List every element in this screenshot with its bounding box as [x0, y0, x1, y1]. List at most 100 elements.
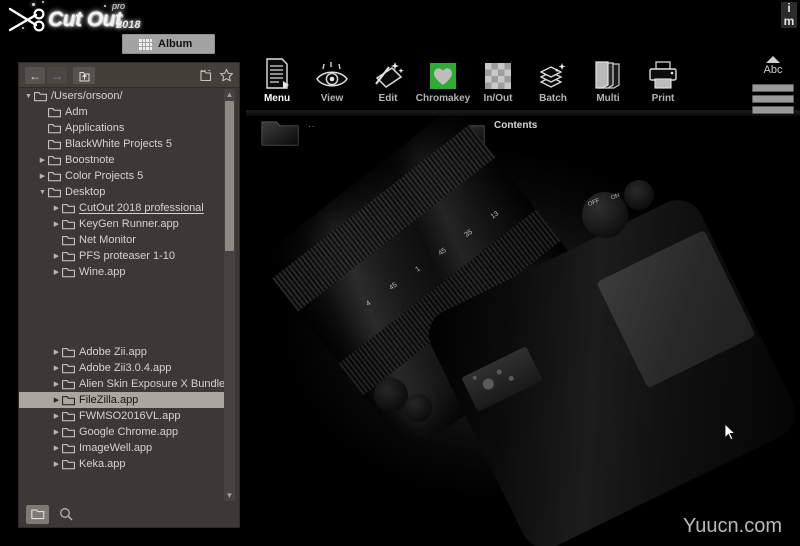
toolbar-label-view: View	[320, 93, 344, 104]
folder-icon	[48, 123, 61, 134]
tree-item[interactable]: ▶ CutOut 2018 professional	[19, 200, 225, 216]
sidebar-scrollbar[interactable]: ▲ ▼	[224, 89, 235, 501]
twisty-icon[interactable]: ▶	[51, 397, 62, 404]
toolbar-item-print[interactable]: Print	[632, 56, 694, 104]
folder-icon	[62, 235, 75, 246]
tree-item-label: Adm	[65, 106, 88, 118]
tree-item[interactable]: ▶ Color Projects 5	[19, 168, 225, 184]
twisty-icon[interactable]: ▶	[51, 205, 62, 212]
tree-item-label: Adobe Zii.app	[79, 346, 147, 358]
folder-icon	[62, 347, 75, 358]
folder-icon	[62, 219, 75, 230]
twisty-icon[interactable]: ▶	[51, 413, 62, 420]
hamburger-icon[interactable]	[752, 84, 794, 117]
scroll-up-arrow-icon[interactable]: ▲	[224, 89, 235, 100]
twisty-icon[interactable]: ▶	[51, 381, 62, 388]
scroll-down-arrow-icon[interactable]: ▼	[224, 490, 235, 501]
tree-item[interactable]: ▶ PFS proteaser 1-10	[19, 248, 225, 264]
search-icon[interactable]	[55, 505, 76, 524]
twisty-icon[interactable]: ▶	[51, 429, 62, 436]
tree-item[interactable]: Adm	[19, 104, 225, 120]
tree-item[interactable]: ▶ ImageWell.app	[19, 440, 225, 456]
tree-item[interactable]: ▼ /Users/orsoon/	[19, 88, 225, 104]
tree-item-label: FileZilla.app	[79, 394, 139, 406]
tree-item[interactable]: ▶ Google Chrome.app	[19, 424, 225, 440]
toolbar-item-inout[interactable]: In/Out	[467, 56, 529, 104]
tree-item[interactable]: ▶ FWMSO2016VL.app	[19, 408, 225, 424]
tab-album[interactable]: Album	[122, 34, 215, 54]
tree-item-label: CutOut 2018 professional	[79, 202, 204, 214]
toolbar-item-batch[interactable]: Batch	[522, 56, 584, 104]
toolbar-label-print: Print	[651, 93, 675, 104]
toolbar-item-chromakey[interactable]: Chromakey	[412, 56, 474, 104]
application-window: Cut Out pro 2018 Album i m ← → ▼/Users/o…	[0, 0, 800, 546]
twisty-icon[interactable]: ▶	[37, 173, 48, 180]
logo-pro-text: pro	[112, 1, 126, 11]
tree-item[interactable]: ▶ Keka.app	[19, 456, 225, 472]
eye-icon	[301, 56, 363, 90]
tree-item-label: Alien Skin Exposure X Bundle	[79, 378, 225, 390]
toolbar-label-chromakey: Chromakey	[415, 93, 471, 104]
wand-image-icon	[357, 56, 419, 90]
tree-item[interactable]: Applications	[19, 120, 225, 136]
green-square-icon	[412, 56, 474, 90]
tree-gap	[19, 280, 225, 344]
tree-item[interactable]: ▼ Desktop	[19, 184, 225, 200]
tree-item[interactable]: ▶ Adobe Zii3.0.4.app	[19, 360, 225, 376]
tree-item-label: FWMSO2016VL.app	[79, 410, 181, 422]
scrollbar-thumb[interactable]	[225, 101, 234, 251]
checker-square-icon	[467, 56, 529, 90]
toolbar-label-batch: Batch	[539, 93, 567, 104]
twisty-icon[interactable]: ▶	[37, 157, 48, 164]
tree-item[interactable]: ▶ Adobe Zii.app	[19, 344, 225, 360]
toolbar-item-view[interactable]: View	[301, 56, 363, 104]
tree-item-label: KeyGen Runner.app	[79, 218, 179, 230]
folder-icon	[62, 443, 75, 454]
abc-button[interactable]: Abc	[752, 56, 794, 76]
tree-item[interactable]: ▶ Alien Skin Exposure X Bundle	[19, 376, 225, 392]
tree-item[interactable]: ▶ Wine.app	[19, 264, 225, 280]
twisty-icon[interactable]: ▶	[51, 221, 62, 228]
tree-item[interactable]: BlackWhite Projects 5	[19, 136, 225, 152]
arrow-right-icon[interactable]: →	[47, 67, 67, 84]
watermark: Yuucn.com	[683, 515, 782, 537]
twisty-icon[interactable]: ▶	[51, 253, 62, 260]
arrow-left-icon[interactable]: ←	[25, 67, 45, 84]
tree-item-label: Desktop	[65, 186, 106, 198]
tree-item[interactable]: ▶ Boostnote	[19, 152, 225, 168]
app-logo: Cut Out pro 2018	[4, 1, 144, 36]
folder-icon[interactable]	[26, 504, 49, 524]
twisty-icon[interactable]: ▼	[37, 189, 48, 196]
folder-item-parent[interactable]: ..	[260, 118, 316, 148]
star-icon[interactable]	[218, 67, 235, 84]
toolbar-label-edit: Edit	[378, 93, 398, 104]
grid-icon	[139, 38, 152, 50]
image-mode-badge[interactable]: i m	[781, 2, 797, 28]
twisty-icon[interactable]: ▶	[51, 461, 62, 468]
twisty-icon[interactable]: ▶	[51, 349, 62, 356]
twisty-icon[interactable]: ▶	[51, 445, 62, 452]
toolbar-label-menu: Menu	[263, 93, 291, 104]
new-folder-icon[interactable]	[198, 67, 215, 84]
toolbar-item-edit[interactable]: Edit	[357, 56, 419, 104]
arrow-cursor-icon	[724, 423, 737, 441]
camera-lower-dials	[374, 360, 462, 436]
toolbar-item-menu[interactable]: Menu	[246, 56, 308, 104]
folder-icon	[62, 203, 75, 214]
tree-item[interactable]: ▶ KeyGen Runner.app	[19, 216, 225, 232]
twisty-icon[interactable]: ▼	[23, 93, 34, 100]
toolbar-item-multi[interactable]: Multi	[577, 56, 639, 104]
caret-up-icon	[766, 56, 780, 63]
twisty-icon[interactable]: ▶	[51, 365, 62, 372]
tree-item-label: Keka.app	[79, 458, 126, 470]
tree-item[interactable]: Net Monitor	[19, 232, 225, 248]
twisty-icon[interactable]: ▶	[51, 269, 62, 276]
main-toolbar: Menu View Edit Chromakey In/Out Batch Mu…	[246, 52, 800, 110]
arrow-up-folder-icon[interactable]	[73, 67, 95, 84]
directory-tree[interactable]: ▼ /Users/orsoon/Adm Applications BlackWhite…	[19, 88, 225, 503]
document-menu-icon	[246, 56, 308, 90]
tree-item-label: BlackWhite Projects 5	[65, 138, 172, 150]
tab-album-label: Album	[158, 38, 193, 50]
tree-item[interactable]: ▶ FileZilla.app	[19, 392, 225, 408]
folder-parent-label: ..	[308, 119, 316, 130]
